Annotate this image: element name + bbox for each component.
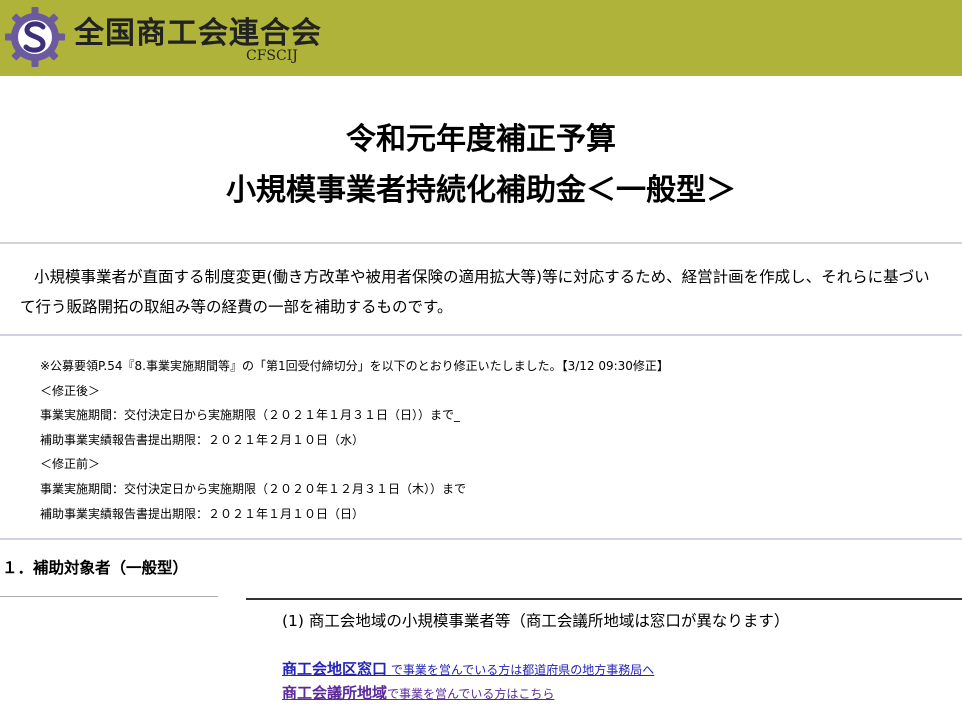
- divider: [0, 334, 962, 336]
- notice-line: 事業実施期間：交付決定日から実施期限（２０２０年１２月３１日（木））まで: [40, 481, 467, 496]
- notice-line: 事業実施期間：交付決定日から実施期限（２０２１年１月３１日（日））まで_: [40, 408, 461, 423]
- notice-line: ＜修正後＞: [40, 383, 101, 398]
- link-chamber-area-link[interactable]: 商工会議所地域で事業を営んでいる方はこちら: [282, 683, 554, 702]
- section-sub-heading: (1) 商工会地域の小規模事業者等（商工会議所地域は窓口が異なります）: [282, 612, 790, 630]
- intro-text: 小規模事業者が直面する制度変更(働き方改革や被用者保険の適用拡大等)等に対応する…: [20, 268, 930, 316]
- page-title-line2: 小規模事業者持続化補助金＜一般型＞: [226, 173, 736, 208]
- divider: [0, 242, 962, 244]
- divider: [246, 598, 962, 600]
- link-main-text: 商工会議所地域: [282, 684, 388, 702]
- divider: [0, 538, 962, 540]
- page-title-line1: 令和元年度補正予算: [346, 122, 616, 157]
- org-name: 全国商工会連合会: [74, 16, 322, 51]
- notice-line: ＜修正前＞: [40, 457, 101, 472]
- link-main-text: 商工会地区窓口: [282, 660, 388, 678]
- link-shokokai-window: 商工会地区窓口 で事業を営んでいる方は都道府県の地方事務局へ: [282, 658, 654, 679]
- notice-line: ※公募要領P.54『8.事業実施期間等』の「第1回受付締切分」を以下のとおり修正…: [40, 359, 669, 373]
- org-abbr: CFSCIJ: [246, 48, 298, 64]
- link-sub-text: で事業を営んでいる方は都道府県の地方事務局へ: [387, 663, 655, 677]
- link-chamber-area: 商工会議所地域で事業を営んでいる方はこちら: [282, 682, 554, 703]
- divider: [0, 596, 218, 597]
- link-shokokai-window-link[interactable]: 商工会地区窓口 で事業を営んでいる方は都道府県の地方事務局へ: [282, 659, 654, 678]
- link-sub-text: で事業を営んでいる方はこちら: [387, 687, 555, 701]
- notice-line: 補助事業実績報告書提出期限：２０２１年１月１０日（日）: [40, 506, 365, 521]
- intro-paragraph: 小規模事業者が直面する制度変更(働き方改革や被用者保険の適用拡大等)等に対応する…: [20, 262, 940, 322]
- section-title: １．補助対象者（一般型）: [2, 559, 189, 577]
- site-header: 全国商工会連合会 CFSCIJ: [0, 0, 962, 76]
- logo-icon[interactable]: [4, 6, 66, 68]
- notice-block: ※公募要領P.54『8.事業実施期間等』の「第1回受付締切分」を以下のとおり修正…: [40, 354, 669, 526]
- notice-line: 補助事業実績報告書提出期限：２０２１年２月１０日（水）: [40, 432, 365, 447]
